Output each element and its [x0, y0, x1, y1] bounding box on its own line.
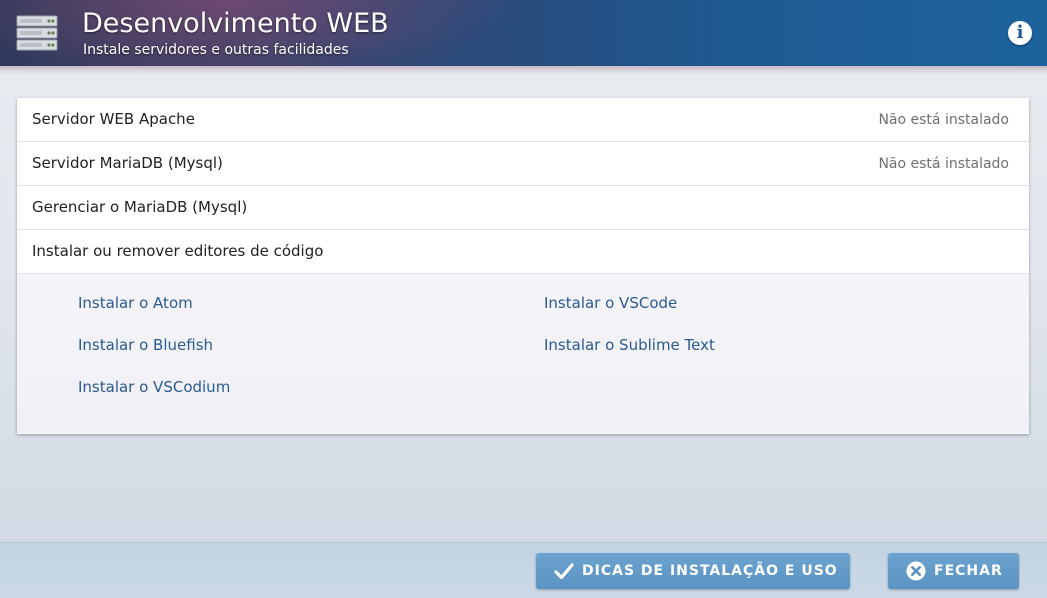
row-label: Instalar ou remover editores de código — [32, 242, 324, 260]
row-mariadb[interactable]: Servidor MariaDB (Mysql) Não está instal… — [17, 142, 1029, 186]
install-bluefish-link[interactable]: Instalar o Bluefish — [78, 335, 213, 355]
tips-button-label: DICAS DE INSTALAÇÃO E USO — [582, 563, 838, 579]
header-bar: Desenvolvimento WEB Instale servidores e… — [0, 0, 1047, 74]
options-panel: Servidor WEB Apache Não está instalado S… — [17, 98, 1029, 434]
editors-list: Instalar o Atom Instalar o Bluefish Inst… — [17, 274, 1029, 433]
checkmark-icon — [554, 563, 574, 580]
server-rack-icon — [16, 15, 58, 51]
row-label: Servidor WEB Apache — [32, 110, 195, 128]
info-icon[interactable]: i — [1008, 21, 1032, 45]
row-manage-mariadb[interactable]: Gerenciar o MariaDB (Mysql) — [17, 186, 1029, 230]
page-subtitle: Instale servidores e outras facilidades — [83, 42, 349, 58]
close-circle-icon — [906, 561, 926, 581]
install-vscodium-link[interactable]: Instalar o VSCodium — [78, 377, 230, 397]
row-label: Servidor MariaDB (Mysql) — [32, 154, 223, 172]
row-code-editors[interactable]: Instalar ou remover editores de código — [17, 230, 1029, 274]
install-atom-link[interactable]: Instalar o Atom — [78, 293, 193, 313]
row-label: Gerenciar o MariaDB (Mysql) — [32, 198, 248, 216]
footer-bar: DICAS DE INSTALAÇÃO E USO FECHAR — [0, 542, 1047, 598]
page-title: Desenvolvimento WEB — [82, 8, 389, 39]
row-apache[interactable]: Servidor WEB Apache Não está instalado — [17, 98, 1029, 142]
install-vscode-link[interactable]: Instalar o VSCode — [544, 293, 677, 313]
status-text: Não está instalado — [878, 112, 1009, 128]
status-text: Não está instalado — [878, 156, 1009, 172]
install-sublime-link[interactable]: Instalar o Sublime Text — [544, 335, 715, 355]
tips-button[interactable]: DICAS DE INSTALAÇÃO E USO — [536, 553, 850, 589]
close-button[interactable]: FECHAR — [888, 553, 1019, 589]
close-button-label: FECHAR — [934, 563, 1003, 579]
